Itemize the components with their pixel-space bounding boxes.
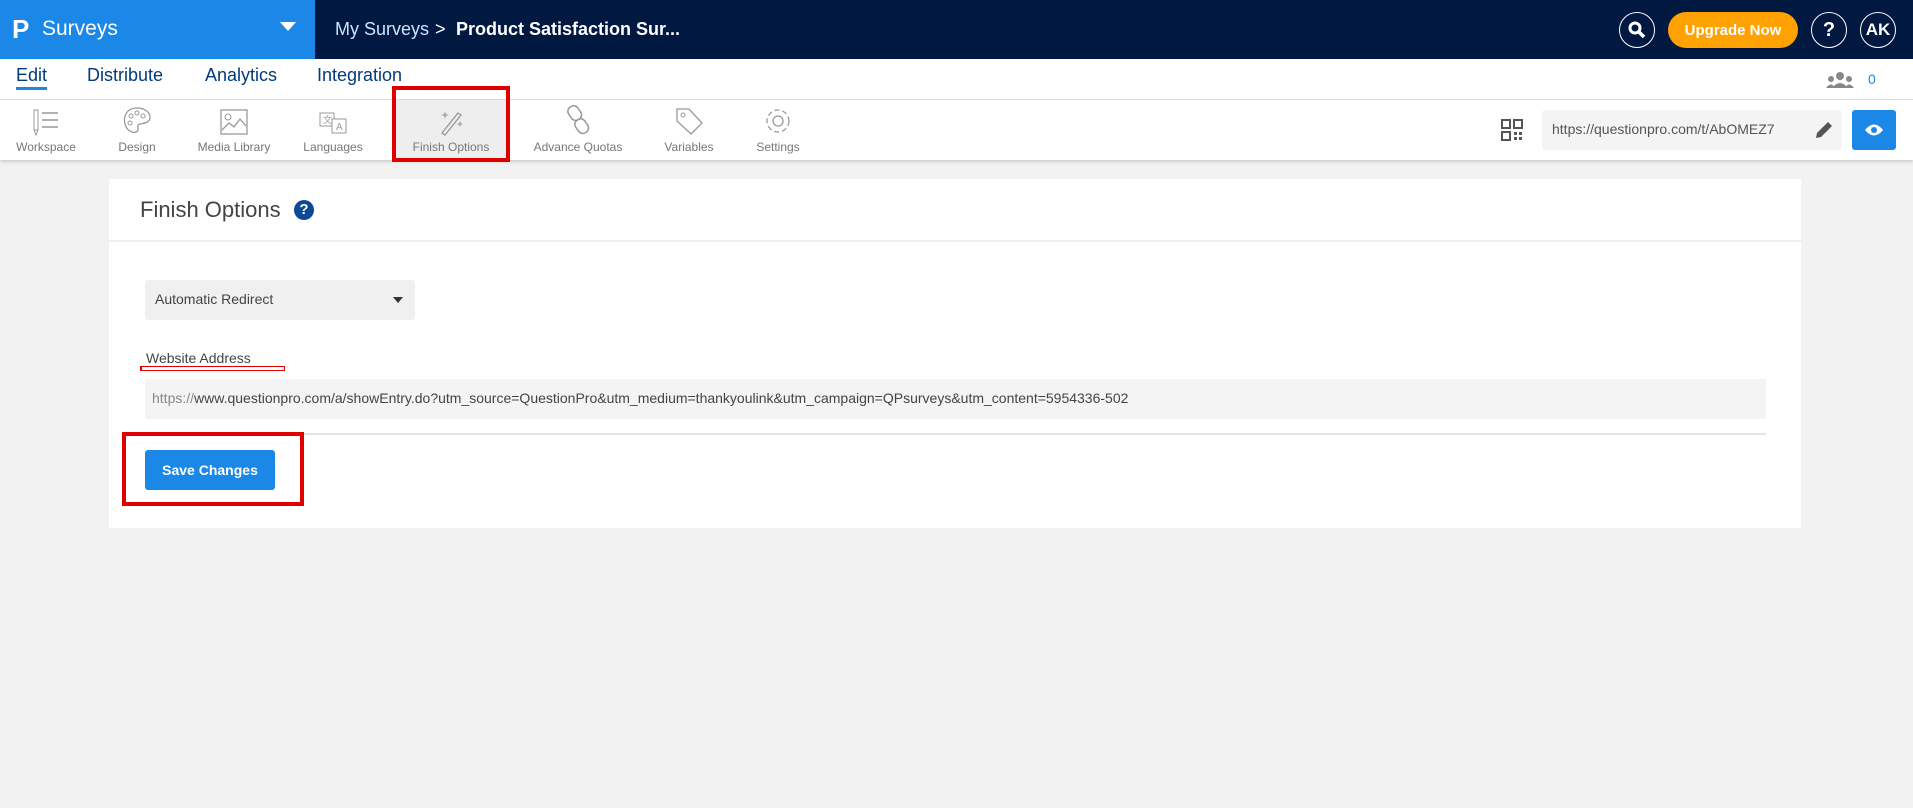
highlight-website-label [140,366,285,371]
url-prefix: https:// [152,390,195,406]
image-icon [220,109,248,135]
svg-text:文: 文 [323,114,332,125]
tab-integration[interactable]: Integration [317,65,402,86]
survey-url-field[interactable]: https://questionpro.com/t/AbOMEZ7 [1542,110,1842,150]
tab-analytics[interactable]: Analytics [205,65,277,86]
survey-title: Product Satisfaction Sur... [456,19,681,39]
help-icon[interactable]: ? [294,200,314,220]
tool-label: Variables [664,140,714,154]
qr-code-icon[interactable] [1501,119,1523,141]
url-value: www.questionpro.com/a/showEntry.do?utm_s… [194,390,1129,406]
svg-text:A: A [336,122,343,133]
tool-advance-quotas[interactable]: Advance Quotas [530,100,626,160]
tool-languages[interactable]: 文A Languages [294,100,372,160]
preview-button[interactable] [1852,110,1896,150]
breadcrumb-my-surveys[interactable]: My Surveys [335,19,429,40]
divider [145,433,1766,435]
card-header: Finish Options ? [109,179,1801,242]
tab-distribute[interactable]: Distribute [87,65,163,86]
website-address-input[interactable]: https://www.questionpro.com/a/showEntry.… [145,379,1766,419]
user-avatar[interactable]: AK [1860,12,1896,48]
search-icon [1628,21,1646,39]
tool-media-library[interactable]: Media Library [190,100,278,160]
palette-icon [123,107,151,134]
tool-label: Workspace [16,140,76,154]
tool-design[interactable]: Design [107,100,167,160]
app-name: Surveys [42,17,118,40]
caret-down-icon [393,297,403,303]
search-button[interactable] [1619,12,1655,48]
breadcrumb-separator: > [435,19,446,39]
translate-icon: 文A [319,112,347,134]
highlight-finish-options [392,86,510,162]
page-title: Finish Options [140,197,281,222]
tool-workspace[interactable]: Workspace [10,100,82,160]
collaborators-icon[interactable] [1826,72,1854,88]
questionpro-logo-icon: P [12,14,30,44]
top-bar: P Surveys My Surveys > Product Satisfact… [0,0,1913,59]
gear-icon [766,109,790,133]
tool-label: Languages [303,140,363,154]
tool-label: Media Library [197,140,271,154]
tool-label: Design [118,140,156,154]
workspace-icon [33,109,58,136]
help-button[interactable]: ? [1811,12,1847,48]
app-switcher[interactable]: P Surveys [0,0,315,59]
chevron-down-icon [280,22,296,31]
tool-variables[interactable]: Variables [656,100,722,160]
main-nav: Edit Distribute Analytics Integration 0 [0,59,1913,100]
edit-toolbar: Workspace Design Media Library 文A Langua… [0,100,1913,160]
link-chain-icon [567,105,590,135]
tab-edit[interactable]: Edit [16,65,48,90]
tool-settings[interactable]: Settings [748,100,808,160]
collaborators-count: 0 [1868,71,1876,87]
survey-url-text: https://questionpro.com/t/AbOMEZ7 [1552,121,1775,137]
eye-icon [1865,124,1883,136]
tag-icon [676,108,703,135]
tool-label: Advance Quotas [533,140,623,154]
website-address-label: Website Address [146,350,251,366]
tool-label: Settings [756,140,800,154]
pencil-icon[interactable] [1814,120,1834,140]
upgrade-now-button[interactable]: Upgrade Now [1668,12,1798,48]
highlight-save-button [122,432,304,506]
finish-options-card: Finish Options ? Automatic Redirect Webs… [109,179,1801,528]
finish-type-select[interactable]: Automatic Redirect [145,280,415,320]
finish-type-value: Automatic Redirect [155,291,274,307]
